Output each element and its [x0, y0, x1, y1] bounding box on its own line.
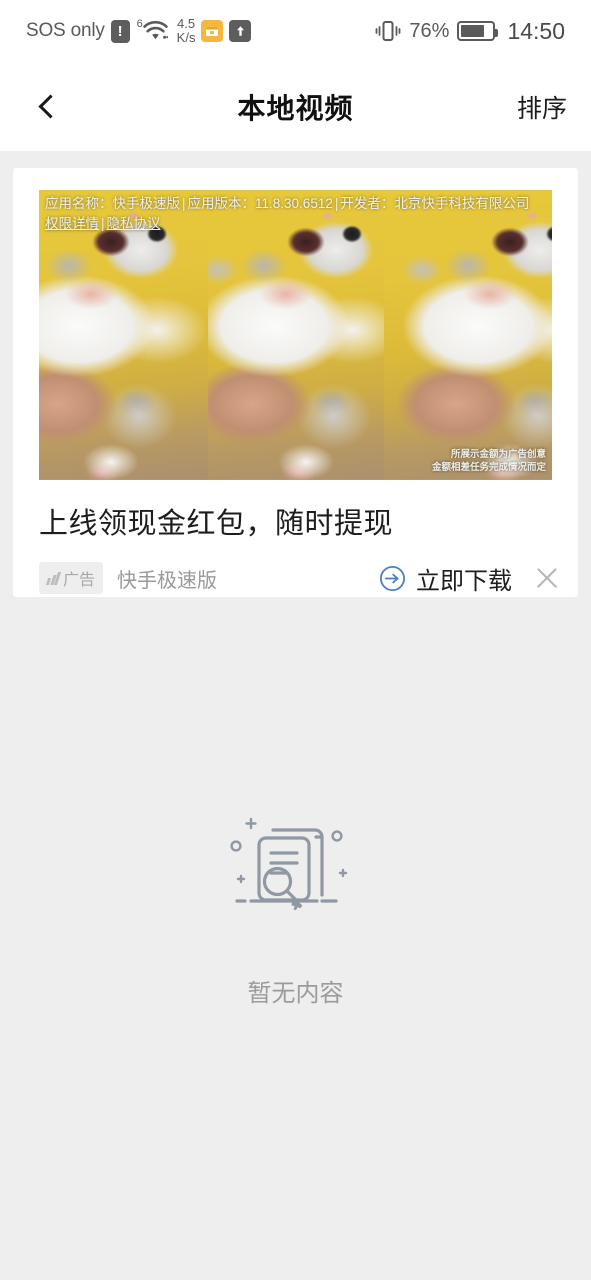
app-name-value: 快手极速版 — [112, 196, 181, 211]
vibrate-glyph — [376, 21, 401, 41]
status-bar-right: 76% 14:50 — [375, 18, 565, 45]
carrier-label: SOS only — [26, 20, 105, 41]
empty-state-label: 暂无内容 — [247, 980, 344, 1007]
app-header: 本地视频 排序 — [0, 62, 591, 151]
chevron-left-icon — [38, 94, 63, 119]
ad-badge-icon — [45, 571, 62, 585]
page-title: 本地视频 — [237, 92, 354, 124]
ad-footer: 广告 快手极速版 立即下载 — [39, 558, 560, 597]
folder-icon — [201, 20, 224, 42]
battery-fill — [461, 25, 485, 37]
ad-disclaimer: 所展示金额为广告创意 金额相差任务完成情况而定 — [432, 449, 546, 474]
phone-screen: SOS only ! 6 4.5 K/s 76% 14:50 本地视频 排序 应… — [0, 0, 591, 1280]
app-version-label: 应用版本： — [187, 196, 256, 211]
ad-title: 上线领现金红包，随时提现 — [39, 508, 394, 540]
download-label: 立即下载 — [416, 567, 512, 595]
network-speed-value: 4.5 — [177, 16, 196, 32]
upload-glyph — [236, 26, 244, 36]
legal-separator: | — [182, 196, 186, 211]
ad-card[interactable]: 应用名称：快手极速版 | 应用版本：11.8.30.6512 | 开发者：北京快手科技有… — [13, 168, 578, 597]
ad-media[interactable]: 应用名称：快手极速版 | 应用版本：11.8.30.6512 | 开发者：北京快手科技有… — [39, 190, 552, 480]
vibrate-icon — [375, 20, 401, 42]
network-speed-unit: K/s — [176, 30, 196, 45]
legal-separator: | — [334, 196, 339, 211]
ad-actions: 立即下载 — [379, 561, 560, 596]
document-search-icon — [229, 817, 347, 911]
wifi-glyph — [142, 21, 168, 40]
permissions-link[interactable]: 权限详情 — [45, 216, 99, 231]
empty-state: 暂无内容 — [0, 807, 591, 1008]
app-name-label: 应用名称： — [45, 196, 113, 211]
folder-glyph — [206, 27, 219, 36]
close-icon[interactable] — [534, 565, 560, 591]
developer-label: 开发者： — [340, 196, 395, 211]
status-bar: SOS only ! 6 4.5 K/s 76% 14:50 — [0, 0, 591, 62]
download-button[interactable]: 立即下载 — [379, 561, 512, 596]
back-button[interactable] — [18, 62, 78, 151]
sim-warning-icon: ! — [110, 19, 130, 43]
network-speed: 4.5 K/s — [177, 17, 196, 44]
ad-source-label: 快手极速版 — [117, 569, 218, 592]
wifi-icon: 6 — [137, 18, 168, 43]
upload-icon — [229, 20, 252, 42]
battery-icon — [457, 21, 499, 41]
content-area: 应用名称：快手极速版 | 应用版本：11.8.30.6512 | 开发者：北京快手科技有… — [0, 151, 591, 1280]
ad-legal-overlay: 应用名称：快手极速版 | 应用版本：11.8.30.6512 | 开发者：北京快手科技有… — [39, 190, 552, 239]
status-bar-left: SOS only ! 6 4.5 K/s — [26, 17, 252, 44]
developer-value: 北京快手科技有限公司 — [394, 196, 530, 211]
privacy-link[interactable]: 隐私协议 — [107, 216, 161, 231]
battery-percent-label: 76% — [409, 19, 450, 42]
arrow-right-circle-icon — [379, 565, 406, 591]
ad-badge-label: 广告 — [63, 572, 96, 589]
legal-separator: | — [101, 215, 105, 231]
app-version-value: 11.8.30.6512 — [255, 196, 333, 211]
sort-button[interactable]: 排序 — [517, 62, 567, 151]
clock-label: 14:50 — [507, 17, 565, 44]
ad-disclaimer-line-2: 金额相差任务完成情况而定 — [431, 461, 546, 473]
ad-badge: 广告 — [39, 562, 104, 594]
ad-disclaimer-line-1: 所展示金额为广告创意 — [450, 449, 546, 461]
